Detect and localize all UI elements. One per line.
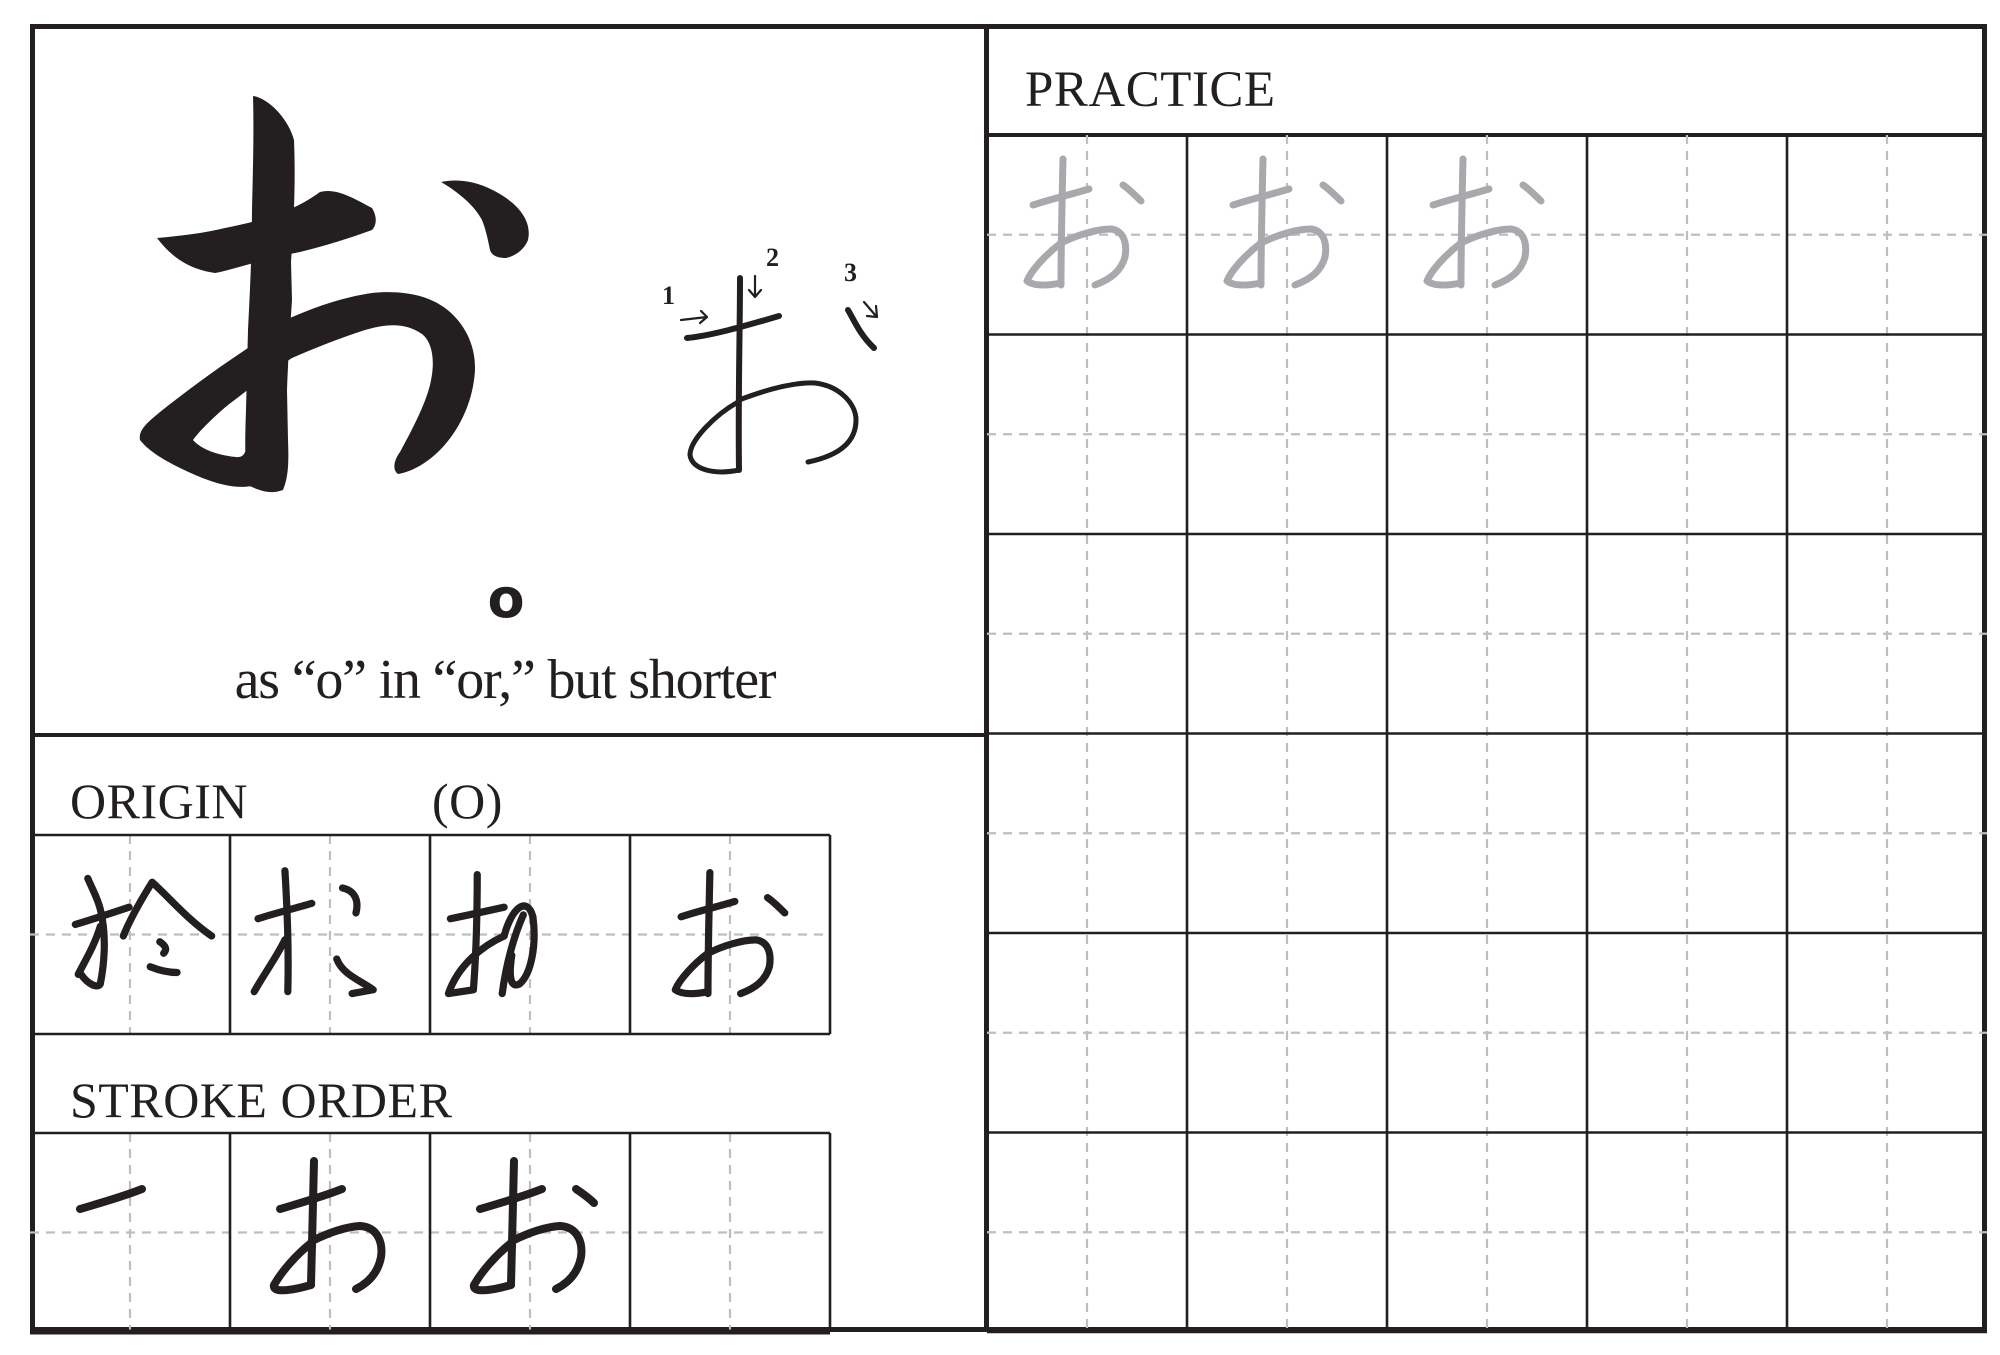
origin-cell (30, 835, 230, 1034)
practice-cell[interactable] (1587, 1133, 1787, 1333)
practice-cell[interactable] (1187, 734, 1387, 934)
glyph-stroke (1457, 155, 1467, 289)
glyph-stroke (704, 869, 714, 998)
diagram-stroke-loop (687, 380, 859, 475)
romaji-label: o (487, 567, 525, 630)
glyph-stroke (1057, 155, 1067, 289)
practice-cell[interactable] (1387, 335, 1587, 535)
stroke-number-2: 2 (766, 243, 779, 272)
stroke-order-grid (30, 1131, 832, 1335)
origin-reading: (O) (432, 773, 503, 829)
origin-label: ORIGIN (70, 773, 248, 829)
stroke-order-diagram: 1 2 3 (662, 243, 879, 475)
glyph-stroke (507, 1157, 518, 1289)
practice-cell[interactable] (1787, 534, 1987, 734)
hero-separator (30, 733, 987, 737)
stroke-order-cell (630, 1133, 830, 1332)
glyph-stroke (307, 1157, 318, 1289)
origin-cell (430, 835, 630, 1034)
practice-cell[interactable] (1387, 534, 1587, 734)
glyph-stroke (1257, 155, 1267, 289)
practice-cell[interactable] (1587, 734, 1787, 934)
arrow-diagonal-icon (862, 300, 879, 319)
diagram-stroke-1 (684, 313, 782, 341)
diagram-stroke-2 (735, 275, 743, 473)
practice-cell[interactable] (987, 734, 1187, 934)
practice-cell[interactable] (1387, 734, 1587, 934)
practice-label: PRACTICE (1025, 62, 1276, 118)
stroke-order-label: STROKE ORDER (70, 1072, 453, 1128)
glyph-stroke (281, 867, 292, 996)
origin-cell (630, 835, 830, 1034)
practice-cell[interactable] (1787, 335, 1987, 535)
practice-cell[interactable] (1787, 135, 1987, 335)
practice-cell[interactable] (1587, 534, 1787, 734)
brush-stroke-dot (441, 180, 529, 258)
stroke-number-1: 1 (662, 281, 675, 310)
practice-cell[interactable] (1787, 933, 1987, 1133)
brush-stroke-loop (139, 292, 475, 487)
practice-cell[interactable] (1787, 1133, 1987, 1333)
practice-grid (987, 135, 1987, 1334)
practice-cell[interactable] (1187, 534, 1387, 734)
practice-cell[interactable] (1387, 1133, 1587, 1333)
practice-cell[interactable] (1587, 933, 1787, 1133)
practice-cell[interactable] (987, 1133, 1187, 1333)
practice-cell[interactable] (1587, 135, 1787, 335)
origin-grid (30, 833, 832, 1036)
practice-cell[interactable] (1187, 335, 1387, 535)
arrow-down-icon (747, 274, 763, 299)
practice-cell[interactable] (987, 933, 1187, 1133)
practice-cell[interactable] (1187, 933, 1387, 1133)
arrow-right-icon (679, 309, 709, 325)
practice-cell[interactable] (1387, 933, 1587, 1133)
origin-cell (230, 835, 430, 1034)
practice-cell[interactable] (1587, 335, 1787, 535)
practice-cell[interactable] (1787, 734, 1987, 934)
practice-cell[interactable] (1187, 1133, 1387, 1333)
practice-cell[interactable] (987, 534, 1187, 734)
pronunciation-description: as “o” in “or,” but shorter (234, 649, 777, 711)
stroke-order-cell (30, 1133, 230, 1332)
large-brush-character (139, 96, 529, 493)
practice-cell[interactable] (987, 335, 1187, 535)
stroke-number-3: 3 (844, 258, 857, 287)
